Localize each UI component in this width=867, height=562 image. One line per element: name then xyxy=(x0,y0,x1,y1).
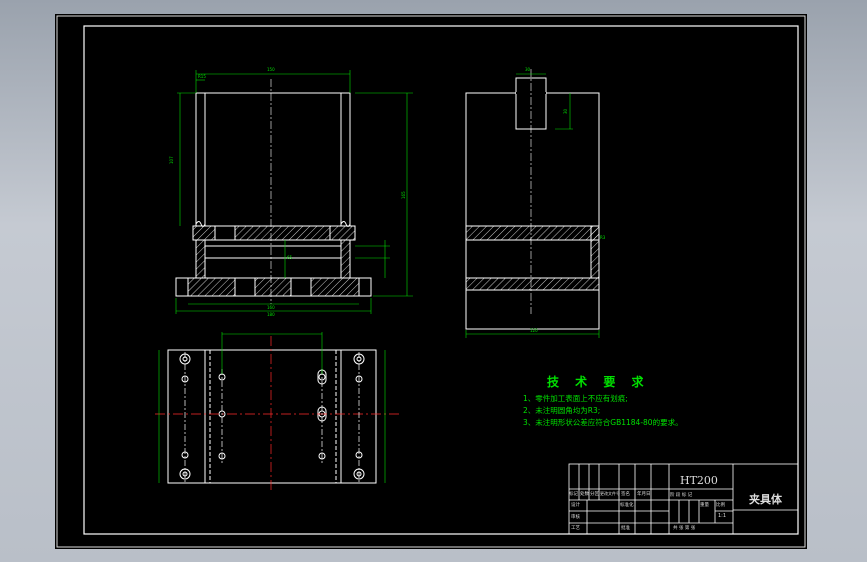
svg-text:120: 120 xyxy=(530,328,538,333)
svg-text:30: 30 xyxy=(563,108,568,114)
tb-date: 年月日 xyxy=(637,492,651,497)
drawing-sheet: 150 R15 107 165 160 180 65 30 30 120 R3 xyxy=(55,14,807,549)
tb-zone: 分区 xyxy=(590,492,599,497)
side-view xyxy=(465,77,600,330)
svg-text:160: 160 xyxy=(267,305,275,310)
cad-drawing: 150 R15 107 165 160 180 65 30 30 120 R3 xyxy=(56,15,806,548)
top-view-centerlines xyxy=(155,336,400,492)
technical-requirement-2: 2、未注明圆角均为R3; xyxy=(523,406,601,415)
tb-scale: 1:1 xyxy=(718,513,727,519)
top-view-dimensions xyxy=(158,332,386,483)
tb-signature: 签名 xyxy=(621,492,630,497)
technical-requirement-3: 3、未注明形状公差应符合GB1184-80的要求。 xyxy=(523,418,683,427)
svg-text:R3: R3 xyxy=(600,235,606,240)
top-view xyxy=(167,349,377,484)
tb-ratio: 比例 xyxy=(716,503,725,508)
tb-standardize: 标准化 xyxy=(620,503,634,508)
tb-count: 处数 xyxy=(580,492,589,497)
svg-text:30: 30 xyxy=(525,67,531,72)
svg-text:65: 65 xyxy=(287,255,293,260)
technical-requirements-title: 技 术 要 求 xyxy=(547,375,650,389)
svg-text:150: 150 xyxy=(267,67,275,72)
svg-text:180: 180 xyxy=(267,312,275,317)
tb-weight: 重量 xyxy=(700,503,709,508)
tb-check: 审核 xyxy=(571,515,580,520)
tb-revision: 标记 xyxy=(569,492,578,497)
material-label: HT200 xyxy=(680,474,718,487)
outer-border xyxy=(56,15,806,548)
svg-text:R15: R15 xyxy=(198,74,206,79)
tb-approve: 批准 xyxy=(621,526,630,531)
front-view xyxy=(175,92,372,297)
tb-change-doc: 更改文件号 xyxy=(600,491,620,496)
tb-sheets: 共 张 第 张 xyxy=(673,526,696,531)
part-name: 夹具体 xyxy=(749,493,782,506)
side-view-dimension-text: 30 30 120 R3 xyxy=(525,67,606,333)
tb-stage-mark: 阶 段 标 记 xyxy=(670,493,693,498)
svg-text:107: 107 xyxy=(169,156,174,164)
tb-process: 工艺 xyxy=(571,526,580,531)
svg-text:165: 165 xyxy=(401,191,406,199)
tb-design: 设计 xyxy=(571,503,580,508)
side-view-dimensions xyxy=(465,69,600,338)
technical-requirement-1: 1、零件加工表面上不应有划痕; xyxy=(523,394,628,403)
front-view-dimensions xyxy=(175,70,413,314)
